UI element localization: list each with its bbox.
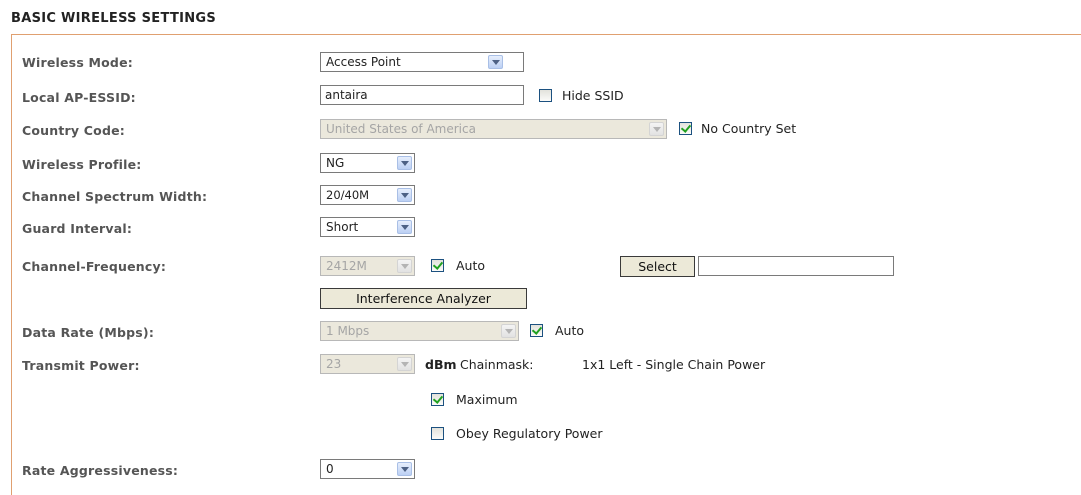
transmit-power-select[interactable]: 23 — [320, 354, 415, 374]
chevron-down-icon[interactable] — [397, 462, 412, 476]
wireless-mode-value: Access Point — [326, 55, 401, 69]
channel-frequency-select[interactable]: 2412M — [320, 256, 415, 276]
chevron-down-icon[interactable] — [488, 55, 503, 69]
channel-spectrum-width-select[interactable]: 20/40M — [320, 185, 415, 205]
hide-ssid-checkbox[interactable] — [539, 89, 552, 102]
no-country-set-checkbox[interactable] — [679, 122, 692, 135]
page-title: BASIC WIRELESS SETTINGS — [11, 11, 217, 26]
wireless-profile-label: Wireless Profile: — [22, 157, 142, 172]
obey-regulatory-power-checkbox[interactable] — [431, 427, 444, 440]
wireless-mode-label: Wireless Mode: — [22, 55, 133, 70]
data-rate-auto-checkbox[interactable] — [530, 324, 543, 337]
data-rate-auto-label: Auto — [555, 323, 585, 338]
no-country-set-label: No Country Set — [701, 121, 797, 136]
country-code-value: United States of America — [326, 122, 476, 136]
chevron-down-icon — [397, 357, 412, 371]
chevron-down-icon[interactable] — [397, 220, 412, 234]
obey-regulatory-power-label: Obey Regulatory Power — [456, 426, 603, 441]
dbm-unit: dBm — [425, 357, 457, 372]
chevron-down-icon — [501, 324, 516, 338]
wireless-profile-select[interactable]: NG — [320, 153, 415, 173]
chevron-down-icon[interactable] — [397, 156, 412, 170]
channel-spectrum-width-label: Channel Spectrum Width: — [22, 189, 208, 204]
wireless-profile-value: NG — [326, 156, 345, 170]
data-rate-label: Data Rate (Mbps): — [22, 325, 155, 340]
maximum-checkbox[interactable] — [431, 393, 444, 406]
rate-aggressiveness-label: Rate Aggressiveness: — [22, 463, 179, 478]
guard-interval-value: Short — [326, 220, 359, 234]
data-rate-select[interactable]: 1 Mbps — [320, 321, 519, 341]
guard-interval-label: Guard Interval: — [22, 221, 133, 236]
select-button[interactable]: Select — [620, 256, 695, 277]
hide-ssid-label: Hide SSID — [562, 88, 624, 103]
channel-auto-checkbox[interactable] — [431, 259, 444, 272]
rate-aggressiveness-select[interactable]: 0 — [320, 459, 415, 479]
transmit-power-value: 23 — [326, 357, 342, 371]
transmit-power-label: Transmit Power: — [22, 358, 140, 373]
data-rate-value: 1 Mbps — [326, 324, 370, 338]
country-code-label: Country Code: — [22, 123, 125, 138]
channel-auto-label: Auto — [456, 258, 486, 273]
chevron-down-icon — [649, 122, 664, 136]
essid-input[interactable] — [320, 85, 524, 105]
country-code-select[interactable]: United States of America — [320, 119, 667, 139]
chevron-down-icon — [397, 259, 412, 273]
channel-frequency-label: Channel-Frequency: — [22, 259, 167, 274]
local-ap-essid-label: Local AP-ESSID: — [22, 90, 136, 105]
maximum-label: Maximum — [456, 392, 518, 407]
wireless-mode-select[interactable]: Access Point — [320, 52, 524, 72]
chainmask-label: Chainmask: — [460, 357, 534, 372]
guard-interval-select[interactable]: Short — [320, 217, 415, 237]
rate-aggressiveness-value: 0 — [326, 462, 334, 476]
chainmask-value: 1x1 Left - Single Chain Power — [582, 357, 766, 372]
channel-spectrum-width-value: 20/40M — [326, 188, 370, 202]
channel-frequency-value: 2412M — [326, 259, 367, 273]
chevron-down-icon[interactable] — [397, 188, 412, 202]
channel-select-input[interactable] — [698, 256, 894, 276]
interference-analyzer-button[interactable]: Interference Analyzer — [320, 288, 527, 309]
